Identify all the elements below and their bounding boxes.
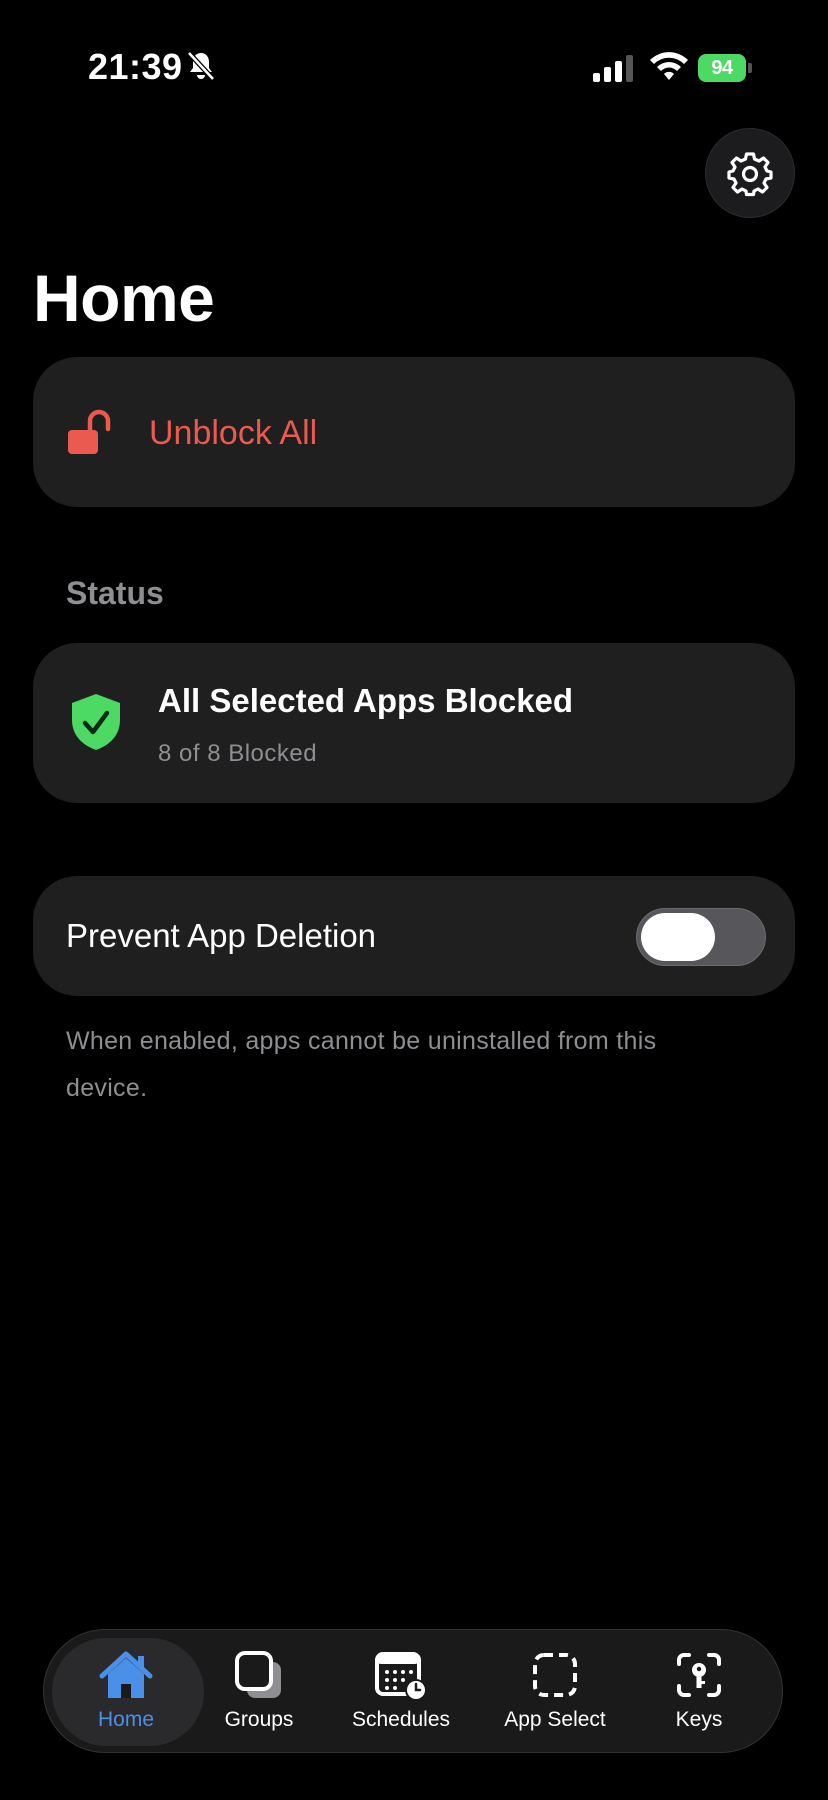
gear-icon — [727, 152, 773, 197]
cellular-signal-icon — [593, 55, 633, 82]
tab-keys[interactable]: Keys — [619, 1650, 779, 1746]
status-section-header: Status — [66, 575, 164, 611]
tab-schedules-label: Schedules — [351, 1708, 451, 1731]
prevent-deletion-toggle[interactable] — [636, 908, 766, 966]
tab-app-select[interactable]: App Select — [475, 1650, 635, 1746]
house-icon — [99, 1651, 153, 1698]
key-viewfinder-icon — [677, 1653, 721, 1697]
status-card — [33, 643, 795, 803]
silent-bell-icon — [187, 51, 215, 81]
page-title: Home — [33, 261, 215, 335]
prevent-deletion-label: Prevent App Deletion — [66, 917, 377, 954]
unlocked-padlock-icon — [68, 409, 111, 454]
battery-level: 94 — [698, 54, 746, 82]
wifi-icon — [650, 52, 688, 80]
tab-keys-label: Keys — [675, 1708, 723, 1731]
prevent-deletion-footnote: When enabled, apps cannot be uninstalled… — [66, 1027, 657, 1102]
tab-schedules[interactable]: Schedules — [321, 1650, 481, 1746]
dashed-square-icon — [533, 1653, 577, 1697]
status-title: All Selected Apps Blocked — [158, 682, 574, 719]
tab-groups[interactable]: Groups — [179, 1650, 339, 1746]
status-time: 21:39 — [88, 46, 183, 87]
toggle-knob — [641, 913, 715, 961]
stacked-squares-icon — [235, 1651, 281, 1698]
tab-groups-label: Groups — [224, 1708, 294, 1731]
blocked-count: 8 of 8 Blocked — [158, 740, 318, 767]
settings-button[interactable] — [705, 128, 795, 218]
tab-home-label: Home — [97, 1708, 155, 1731]
shield-check-icon — [72, 694, 120, 750]
tab-app-select-label: App Select — [504, 1708, 606, 1731]
unblock-all-button[interactable] — [33, 357, 795, 507]
calendar-clock-icon — [375, 1652, 427, 1701]
battery-indicator: 94 — [698, 54, 754, 82]
unblock-all-label: Unblock All — [149, 414, 318, 452]
